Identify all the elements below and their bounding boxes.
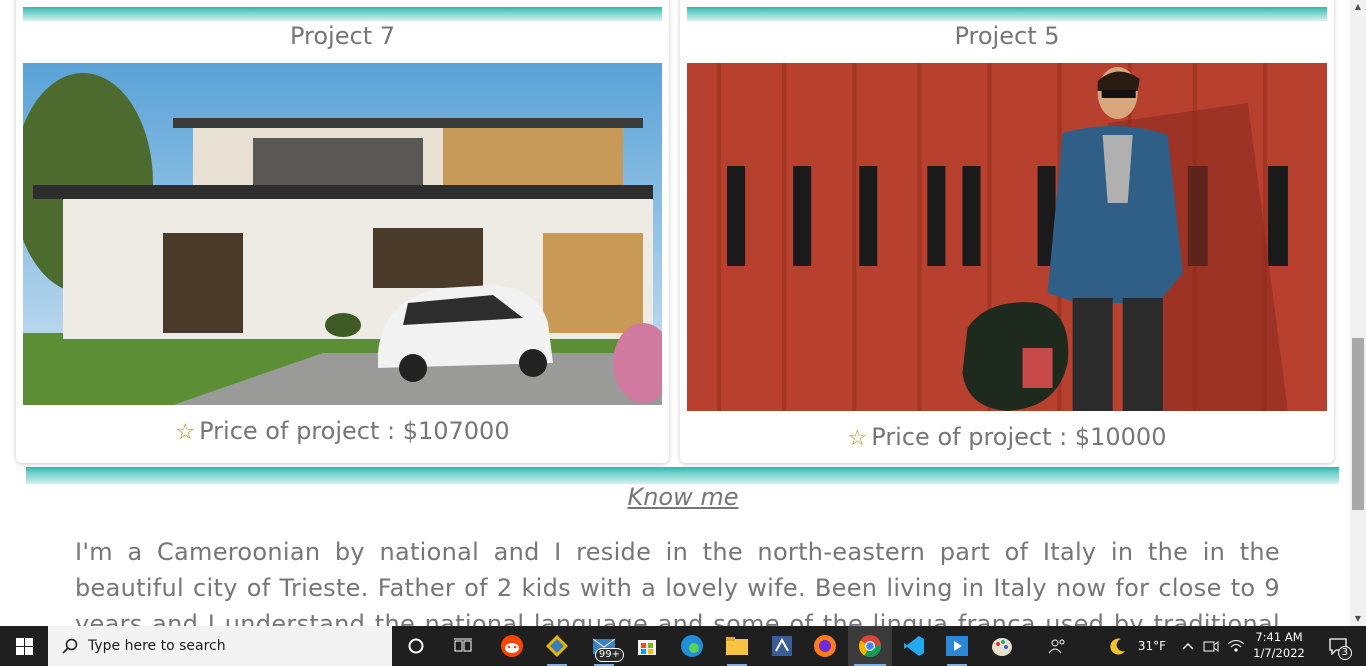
edge-app-icon[interactable] — [670, 626, 714, 666]
man-with-bag-photo — [687, 63, 1327, 411]
clock-date: 1/7/2022 — [1253, 646, 1305, 660]
vertical-scrollbar[interactable]: ▲ ▼ — [1350, 0, 1366, 626]
search-placeholder: Type here to search — [88, 638, 226, 654]
windows-taskbar: Type here to search 99+ 31°F 7:41 AM 1/7… — [0, 626, 1366, 666]
star-icon: ☆ — [847, 426, 868, 451]
mail-app-icon[interactable]: 99+ — [582, 626, 626, 666]
cortana-icon[interactable] — [394, 626, 438, 666]
meet-now-icon[interactable] — [1200, 626, 1222, 666]
weather-moon-icon[interactable] — [1104, 626, 1132, 666]
clock-time: 7:41 AM — [1255, 630, 1303, 644]
paint-app-icon[interactable] — [980, 626, 1024, 666]
house-photo — [23, 63, 662, 405]
notification-center-icon[interactable]: 3 — [1318, 626, 1358, 666]
vscode-app-icon[interactable] — [892, 626, 936, 666]
mail-badge-count: 99+ — [594, 648, 624, 662]
reddit-app-icon[interactable] — [490, 626, 534, 666]
about-heading: Know me — [627, 483, 739, 511]
project-image-house[interactable] — [23, 63, 662, 405]
scroll-up-arrow-icon[interactable]: ▲ — [1350, 0, 1366, 14]
file-explorer-icon[interactable] — [715, 626, 759, 666]
notification-count-badge: 3 — [1337, 646, 1352, 660]
project-price: ☆ Price of project : $10000 — [680, 423, 1334, 451]
store-app-icon[interactable] — [625, 626, 669, 666]
star-icon: ☆ — [175, 420, 196, 445]
weather-temperature[interactable]: 31°F — [1134, 626, 1170, 666]
project-title: Project 5 — [954, 22, 1060, 50]
people-icon[interactable] — [1044, 626, 1070, 666]
project-card-7: Project 7 ☆ Price of project: $107000 — [16, 0, 669, 463]
start-button[interactable] — [0, 626, 48, 666]
scroll-down-arrow-icon[interactable]: ▼ — [1350, 612, 1366, 626]
card-top-accent-bar — [687, 7, 1327, 21]
taskbar-search-box[interactable]: Type here to search — [48, 626, 392, 666]
price-label: Price of project : $10000 — [871, 423, 1167, 451]
scrollbar-thumb[interactable] — [1352, 338, 1364, 510]
taskbar-clock[interactable]: 7:41 AM 1/7/2022 — [1248, 626, 1310, 666]
media-player-icon[interactable] — [935, 626, 979, 666]
git-app-icon[interactable] — [535, 626, 579, 666]
network-icon[interactable] — [1224, 626, 1248, 666]
firefox-app-icon[interactable] — [803, 626, 847, 666]
about-accent-bar — [26, 467, 1339, 484]
chevron-up-icon[interactable] — [1178, 626, 1198, 666]
project-title: Project 7 — [289, 22, 395, 50]
price-label: Price of project : $107000 — [199, 417, 510, 445]
about-paragraph: I'm a Cameroonian by national and I resi… — [75, 538, 1280, 626]
card-top-accent-bar — [23, 7, 662, 21]
ssms-app-icon[interactable] — [760, 626, 804, 666]
project-card-5: Project 5 ☆ Price of project: $10000 — [680, 0, 1334, 463]
task-view-icon[interactable] — [441, 626, 485, 666]
webpage-viewport: Project 7 ☆ Price of project: $107000 P… — [0, 0, 1350, 626]
project-price: ☆ Price of project : $107000 — [16, 417, 669, 445]
search-icon — [62, 638, 78, 654]
windows-logo-icon — [15, 637, 33, 655]
chrome-app-icon[interactable] — [848, 626, 892, 666]
project-image-man[interactable] — [687, 63, 1327, 411]
